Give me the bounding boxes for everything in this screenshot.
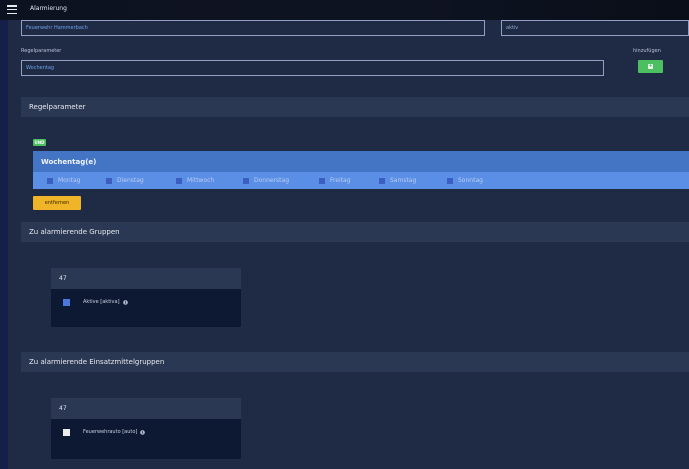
regelparameter-select[interactable]: Wochentag: [21, 60, 604, 76]
weekday-checkbox-row: Montag Dienstag Mittwoch Donnerstag Frei…: [33, 172, 689, 189]
einsatzmittel-label: Feuerwehrauto [auto]: [83, 429, 138, 435]
day-label: Freitag: [330, 177, 351, 184]
day-label: Donnerstag: [254, 177, 290, 184]
day-checkbox[interactable]: [243, 177, 249, 184]
sidebar-strip: [0, 20, 8, 469]
day-option-dienstag[interactable]: Dienstag: [106, 177, 144, 184]
day-checkbox[interactable]: [176, 177, 182, 184]
gruppe-item: Aktive [aktiva]: [83, 299, 128, 305]
remove-button[interactable]: entfernen: [33, 196, 81, 210]
regelparameter-label: Regelparameter: [21, 48, 62, 54]
day-checkbox[interactable]: [106, 177, 112, 184]
gruppen-card-body: Aktive [aktiva]: [51, 289, 241, 327]
einsatzmittel-checkbox[interactable]: [63, 429, 70, 436]
add-label: hinzufügen: [633, 48, 661, 54]
app-title: Alarmierung: [30, 5, 67, 12]
gruppen-card-count: 47: [51, 268, 241, 289]
day-label: Montag: [58, 177, 81, 184]
gruppe-checkbox[interactable]: [63, 299, 70, 306]
day-option-montag[interactable]: Montag: [47, 177, 81, 184]
day-label: Samstag: [390, 177, 417, 184]
einsatzmittel-card-count: 47: [51, 398, 241, 419]
person-circle-icon: [140, 429, 146, 435]
einsatzmittel-item: Feuerwehrauto [auto]: [83, 429, 146, 435]
day-label: Dienstag: [117, 177, 144, 184]
day-checkbox[interactable]: [379, 177, 385, 184]
day-option-samstag[interactable]: Samstag: [379, 177, 416, 184]
top-bar: Alarmierung: [0, 0, 689, 20]
day-option-sonntag[interactable]: Sonntag: [447, 177, 483, 184]
einsatzmittel-section-title: Zu alarmierende Einsatzmittelgruppen: [21, 352, 689, 372]
day-option-donnerstag[interactable]: Donnerstag: [243, 177, 289, 184]
regelparameter-section-title: Regelparameter: [21, 97, 689, 117]
add-button[interactable]: +: [638, 60, 663, 73]
operator-badge: UND: [33, 139, 46, 146]
day-checkbox[interactable]: [47, 177, 53, 184]
day-label: Mittwoch: [187, 177, 215, 184]
gruppe-label: Aktive [aktiva]: [83, 299, 120, 305]
plus-icon: +: [648, 63, 653, 69]
day-option-mittwoch[interactable]: Mittwoch: [176, 177, 214, 184]
day-checkbox[interactable]: [319, 177, 325, 184]
hamburger-menu-icon[interactable]: [7, 5, 17, 15]
day-checkbox[interactable]: [447, 177, 453, 184]
einsatzmittel-card-body: Feuerwehrauto [auto]: [51, 419, 241, 459]
organisation-field[interactable]: Feuerwehr Hammerbach: [21, 20, 485, 36]
person-circle-icon: [122, 299, 128, 305]
day-option-freitag[interactable]: Freitag: [319, 177, 351, 184]
status-field[interactable]: aktiv: [501, 20, 689, 36]
day-label: Sonntag: [458, 177, 483, 184]
wochentag-rule-title: Wochentag(e): [33, 151, 689, 172]
gruppen-section-title: Zu alarmierende Gruppen: [21, 222, 689, 242]
